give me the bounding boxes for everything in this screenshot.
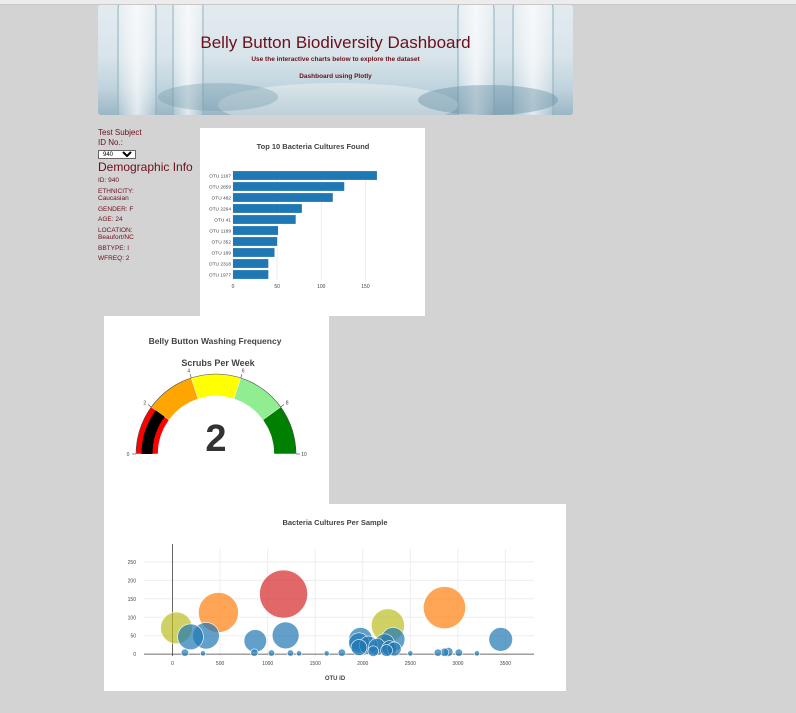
bubble-point-25 [337,648,346,657]
demo-info-bbtype: BBTYPE: I [98,244,130,252]
bubble-point-27 [180,648,189,657]
gauge-tick-label: 6 [242,368,245,374]
bar-y-tick-label: OTU 1977 [209,273,231,279]
page-title: Belly Button Biodiversity Dashboard [200,33,471,52]
demo-info-age: AGE: 24 [98,216,123,223]
bar-otu-1189 [233,226,279,235]
gauge-tick-label: 8 [286,400,289,406]
bar-y-tick-label: OTU 352 [212,240,232,246]
gauge-chart[interactable]: Belly Button Washing Frequency Scrubs Pe… [104,316,329,504]
bubble-point-7 [177,623,204,651]
bar-y-tick-label: OTU 2318 [209,262,231,268]
bubble-point-19 [380,644,393,657]
bubble-x-axis-label: OTU ID [325,676,346,682]
bubble-x-tick-label: 0 [171,661,174,667]
select-label: Test Subject ID No.: [98,128,142,147]
bubble-point-0 [259,569,308,619]
bar-y-tick-label: OTU 1189 [209,229,231,235]
gauge-chart-panel: Belly Button Washing Frequency Scrubs Pe… [104,316,329,504]
bubble-x-tick-label: 2000 [357,661,368,667]
gauge-tick [147,404,152,408]
bar-otu-2264 [233,204,302,213]
bar-otu-352 [233,237,278,246]
bubble-x-tick-label: 500 [216,661,225,667]
gauge-step-2 [190,373,242,400]
header-banner: Belly Button Biodiversity Dashboard Use … [98,5,573,115]
bubble-point-1 [423,586,466,630]
demo-info-gender: GENDER: F [98,205,134,213]
bubble-x-tick-label: 3000 [452,661,463,667]
bubble-y-tick-label: 50 [130,634,136,640]
bar-x-tick-label: 0 [232,284,235,290]
bubble-x-tick-label: 1000 [262,661,273,667]
gauge-tick-label: 10 [301,452,307,458]
bubble-point-8 [488,627,513,652]
gauge-tick [240,374,243,379]
bubble-point-16 [350,639,368,656]
bubble-point-20 [367,645,379,657]
bar-y-tick-label: OTU 41 [214,218,231,224]
gauge-subtitle: Scrubs Per Week [181,358,255,368]
bar-chart[interactable]: Top 10 Bacteria Cultures Found 0 50 100 150… [200,128,425,316]
bubble-x-tick-label: 3500 [500,661,511,667]
bubble-point-23 [454,648,463,657]
gauge-tick-label: 0 [127,452,130,458]
bar-otu-2318 [233,259,269,268]
bar-otu-1977 [233,270,269,279]
bubble-point-33 [473,650,480,657]
bubble-point-34 [323,650,330,657]
bar-y-tick-label: OTU 2859 [209,185,231,191]
gauge-value-number: 2 [205,418,226,460]
bar-otu-2859 [233,182,345,191]
bubble-point-5 [271,621,300,650]
sidebar: Test Subject ID No.: 940 Demographic Inf… [98,128,193,263]
bar-y-tick-label: OTU 482 [212,196,232,202]
bar-otu-189 [233,248,275,257]
bar-otu-482 [233,193,333,202]
bubble-x-tick-label: 2500 [405,661,416,667]
bar-chart-title: Top 10 Bacteria Cultures Found [257,142,370,151]
page-subtitle-2: Dashboard using Plotly [299,73,372,80]
demo-info-ethnicity: ETHNICITY: Caucasian [98,187,134,203]
gauge-tick [189,374,192,379]
gauge-tick [280,404,285,408]
demographic-title: Demographic Info [98,160,193,174]
gauge-tick-label: 2 [143,400,146,406]
page-subtitle: Use the interactive charts below to expl… [251,56,420,63]
demo-info-location: LOCATION: Beaufort/NC [98,226,134,242]
bubble-y-tick-label: 100 [128,615,137,621]
bubble-point-28 [286,649,295,657]
bubble-y-tick-label: 200 [128,578,137,584]
bubble-point-24 [250,648,259,657]
bubble-y-tick-label: 250 [128,560,137,566]
bubble-point-31 [200,650,206,657]
bubble-chart[interactable]: Bacteria Cultures Per Sample OTU ID 0 500… [104,504,566,691]
gauge-title: Belly Button Washing Frequency [149,336,282,346]
demo-info-wfreq: WFREQ: 2 [98,255,130,262]
demo-info-id: ID: 940 [98,177,119,184]
bubble-point-30 [296,650,303,657]
bar-x-tick-label: 50 [274,284,280,290]
bar-y-tick-label: OTU 189 [212,251,232,257]
bubble-point-32 [407,650,414,657]
bubble-chart-panel: Bacteria Cultures Per Sample OTU ID 0 500… [104,504,566,691]
bar-x-tick-label: 100 [317,284,326,290]
bubble-x-tick-label: 1500 [310,661,321,667]
bar-otu-41 [233,215,296,224]
bubble-y-tick-label: 0 [133,652,136,658]
bubble-point-29 [267,649,276,657]
bar-chart-panel: Top 10 Bacteria Cultures Found 0 50 100 150… [200,128,425,316]
subject-id-select[interactable]: 940 [98,150,136,159]
bar-x-tick-label: 150 [361,284,370,290]
bubble-y-tick-label: 150 [128,597,137,603]
bubble-point-26 [433,648,442,657]
gauge-tick-label: 4 [187,368,190,374]
bar-y-tick-label: OTU 2264 [209,207,231,213]
bar-y-tick-label: OTU 1167 [209,174,231,180]
bar-otu-1167 [233,171,377,180]
bubble-chart-title: Bacteria Cultures Per Sample [282,518,387,527]
